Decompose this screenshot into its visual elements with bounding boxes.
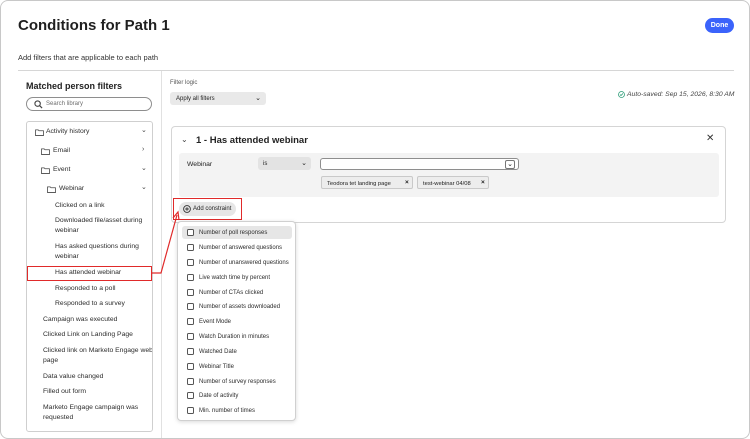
tree-item-clicked-link-web-page[interactable]: Clicked link on Marketo Engage web page [43, 346, 152, 366]
menu-item-label: Watch Duration in minutes [199, 333, 270, 340]
filter-logic-select[interactable]: Apply all filters ⌄ [170, 92, 266, 105]
menu-item-label: Number of assets downloaded [199, 303, 281, 310]
menu-item-label: Date of activity [199, 392, 239, 399]
chevron-down-icon: ⌄ [141, 184, 147, 191]
constraint-menu: Number of poll responses Number of answe… [177, 221, 296, 421]
value-input[interactable]: ⌄ [320, 158, 519, 170]
menu-item[interactable]: Number of CTAs clicked [182, 286, 292, 299]
checkbox[interactable] [187, 303, 194, 310]
checkbox[interactable] [187, 333, 194, 340]
menu-item[interactable]: Watched Date [182, 345, 292, 358]
tree-item-asked-questions[interactable]: Has asked questions during webinar [55, 242, 152, 262]
checkbox[interactable] [187, 259, 194, 266]
add-constraint-label: Add constraint [193, 205, 232, 212]
menu-item-label: Number of CTAs clicked [199, 289, 264, 296]
chevron-down-icon: ⌄ [141, 127, 147, 134]
close-icon[interactable]: ✕ [706, 133, 714, 144]
done-button[interactable]: Done [705, 18, 734, 33]
tree-item-clicked-link-landing-page[interactable]: Clicked Link on Landing Page [43, 330, 133, 340]
tree-item-campaign-requested[interactable]: Marketo Engage campaign was requested [43, 403, 152, 423]
dropdown-chevron-icon[interactable]: ⌄ [505, 159, 515, 169]
tree-item-filled-out-form[interactable]: Filled out form [43, 387, 86, 397]
tag-label: test-webinar 04/08 [423, 180, 471, 187]
checkbox[interactable] [187, 289, 194, 296]
chevron-down-icon: ⌄ [141, 165, 147, 172]
folder-icon [41, 167, 50, 174]
filter-logic-label: Filter logic [170, 80, 198, 86]
field-label: Webinar [187, 161, 213, 168]
checkbox[interactable] [187, 407, 194, 414]
matched-person-filters-title: Matched person filters [26, 81, 123, 91]
condition-title: 1 - Has attended webinar [196, 135, 308, 146]
autosaved-text: Auto-saved: Sep 15, 2026, 8:30 AM [627, 91, 735, 98]
menu-item[interactable]: Number of poll responses [182, 226, 292, 239]
menu-item[interactable]: Event Mode [182, 315, 292, 328]
chevron-right-icon: › [142, 146, 145, 153]
condition-card: ⌄ 1 - Has attended webinar ✕ Webinar is … [171, 126, 726, 223]
header-divider [18, 70, 734, 71]
menu-item-label: Number of poll responses [199, 229, 268, 236]
value-tag: test-webinar 04/08 × [417, 176, 489, 189]
filter-logic-value: Apply all filters [176, 95, 215, 102]
operator-select[interactable]: is ⌄ [258, 157, 311, 170]
tag-label: Teodora tet landing page [327, 180, 391, 187]
menu-item[interactable]: Watch Duration in minutes [182, 330, 292, 343]
folder-icon [47, 186, 56, 193]
chevron-down-icon: ⌄ [255, 95, 261, 102]
selected-item-highlight [27, 266, 152, 281]
menu-item[interactable]: Date of activity [182, 389, 292, 402]
collapse-chevron-icon[interactable]: ⌄ [181, 135, 188, 144]
tree-item-responded-to-survey[interactable]: Responded to a survey [55, 299, 125, 309]
search-icon [34, 100, 43, 109]
tree-item-responded-to-poll[interactable]: Responded to a poll [55, 284, 115, 294]
tree-item-data-value-changed[interactable]: Data value changed [43, 372, 103, 382]
tree-item-label: Activity history [46, 128, 90, 135]
tree-item-label: Event [53, 166, 71, 173]
menu-item-label: Live watch time by percent [199, 274, 271, 281]
add-constraint-button[interactable]: Add constraint [179, 202, 236, 216]
checkbox[interactable] [187, 363, 194, 370]
menu-item[interactable]: Min. number of times [182, 404, 292, 417]
remove-tag-icon[interactable]: × [481, 179, 485, 186]
checkbox[interactable] [187, 348, 194, 355]
check-circle-icon [618, 91, 625, 98]
checkbox[interactable] [187, 318, 194, 325]
menu-item-label: Watched Date [199, 348, 237, 355]
checkbox[interactable] [187, 392, 194, 399]
tree-item-downloaded-file[interactable]: Downloaded file/asset during webinar [55, 216, 152, 236]
menu-item[interactable]: Number of answered questions [182, 241, 292, 254]
menu-item-label: Number of unanswered questions [199, 259, 289, 266]
remove-tag-icon[interactable]: × [405, 179, 409, 186]
operator-value: is [263, 160, 268, 167]
search-placeholder: Search library [46, 100, 84, 107]
menu-item[interactable]: Number of survey responses [182, 375, 292, 388]
menu-item-label: Min. number of times [199, 407, 256, 414]
folder-icon [41, 148, 50, 155]
condition-row: Webinar is ⌄ ⌄ Teodora tet landing page … [179, 153, 719, 197]
add-circle-icon [183, 205, 191, 213]
menu-item[interactable]: Webinar Title [182, 360, 292, 373]
menu-item[interactable]: Live watch time by percent [182, 271, 292, 284]
checkbox[interactable] [187, 378, 194, 385]
tree-item-clicked-on-a-link[interactable]: Clicked on a link [55, 201, 105, 211]
checkbox[interactable] [187, 274, 194, 281]
conditions-dialog: Conditions for Path 1 Add filters that a… [0, 0, 750, 439]
chevron-down-icon: ⌄ [301, 160, 307, 167]
menu-item-label: Number of survey responses [199, 378, 276, 385]
tree-item-label: Email [53, 147, 70, 154]
search-input[interactable]: Search library [26, 97, 152, 111]
menu-item[interactable]: Number of assets downloaded [182, 300, 292, 313]
checkbox[interactable] [187, 244, 194, 251]
checkbox[interactable] [187, 229, 194, 236]
menu-item-label: Webinar Title [199, 363, 234, 370]
value-tag: Teodora tet landing page × [321, 176, 413, 189]
dialog-title: Conditions for Path 1 [18, 17, 170, 34]
menu-item[interactable]: Number of unanswered questions [182, 256, 292, 269]
tree-item-label: Webinar [59, 185, 85, 192]
folder-icon [35, 129, 44, 136]
tree-item-campaign-executed[interactable]: Campaign was executed [43, 315, 117, 325]
menu-item-label: Number of answered questions [199, 244, 283, 251]
menu-item-label: Event Mode [199, 318, 232, 325]
dialog-subtitle: Add filters that are applicable to each … [18, 53, 159, 62]
